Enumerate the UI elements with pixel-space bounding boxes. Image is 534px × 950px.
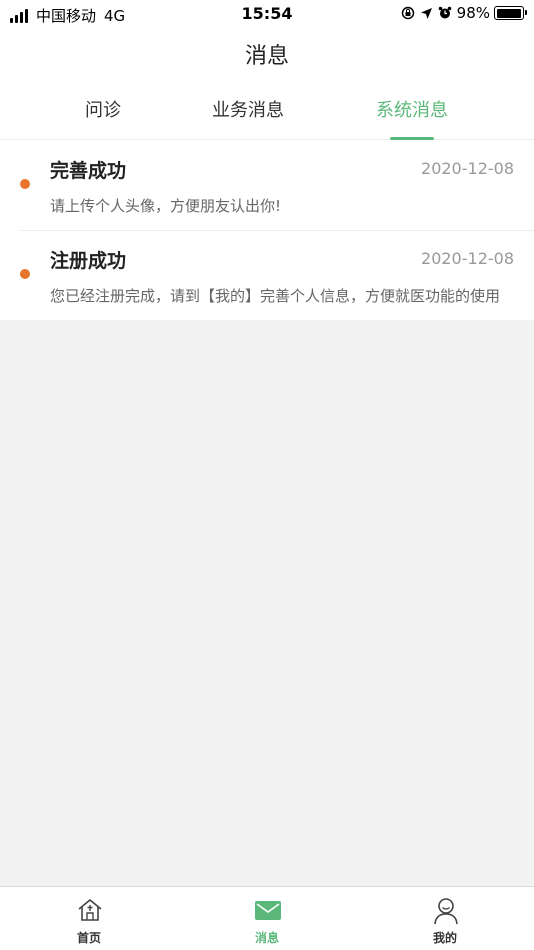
battery-icon bbox=[494, 6, 527, 20]
user-icon bbox=[434, 898, 458, 925]
message-body: 您已经注册完成，请到【我的】完善个人信息，方便就医功能的使用 bbox=[50, 287, 501, 305]
tabbar-item-profile[interactable]: 我的 bbox=[395, 887, 495, 950]
rotation-lock-icon bbox=[401, 6, 414, 20]
tab-label: 业务消息 bbox=[212, 100, 284, 121]
status-bar: 中国移动 4G 15:54 98% bbox=[0, 0, 534, 30]
message-title: 注册成功 bbox=[50, 250, 127, 272]
battery-percent: 98% bbox=[456, 4, 490, 22]
message-date: 2020-12-08 bbox=[421, 249, 514, 268]
message-body: 请上传个人头像，方便朋友认出你! bbox=[50, 197, 282, 215]
tab-business-messages[interactable]: 业务消息 bbox=[198, 96, 298, 140]
alarm-icon bbox=[438, 6, 451, 19]
status-right: 98% bbox=[396, 4, 527, 22]
mail-icon bbox=[255, 901, 281, 920]
tabbar-label: 首页 bbox=[76, 931, 101, 945]
home-icon bbox=[78, 899, 102, 921]
tabbar-item-messages[interactable]: 消息 bbox=[217, 887, 317, 950]
tab-label: 系统消息 bbox=[376, 100, 448, 121]
tab-system-messages[interactable]: 系统消息 bbox=[362, 96, 462, 140]
tabbar-label: 我的 bbox=[432, 931, 457, 945]
page-title: 消息 bbox=[244, 44, 289, 69]
tab-consultation[interactable]: 问诊 bbox=[63, 96, 143, 140]
list-item[interactable]: 完善成功 2020-12-08 请上传个人头像，方便朋友认出你! bbox=[0, 140, 534, 230]
message-title: 完善成功 bbox=[50, 160, 127, 182]
tabbar-label: 消息 bbox=[254, 931, 279, 945]
tab-bar: 问诊 业务消息 系统消息 bbox=[0, 96, 534, 140]
message-list: 完善成功 2020-12-08 请上传个人头像，方便朋友认出你! 注册成功 20… bbox=[0, 140, 534, 320]
unread-dot bbox=[20, 269, 30, 279]
tab-label: 问诊 bbox=[85, 100, 121, 121]
location-icon bbox=[420, 7, 432, 19]
unread-dot bbox=[20, 179, 30, 189]
tabbar-item-home[interactable]: 首页 bbox=[39, 887, 139, 950]
list-item[interactable]: 注册成功 2020-12-08 您已经注册完成，请到【我的】完善个人信息，方便就… bbox=[0, 230, 534, 320]
message-date: 2020-12-08 bbox=[421, 159, 514, 178]
bottom-tab-bar: 首页 消息 我的 bbox=[0, 886, 534, 950]
